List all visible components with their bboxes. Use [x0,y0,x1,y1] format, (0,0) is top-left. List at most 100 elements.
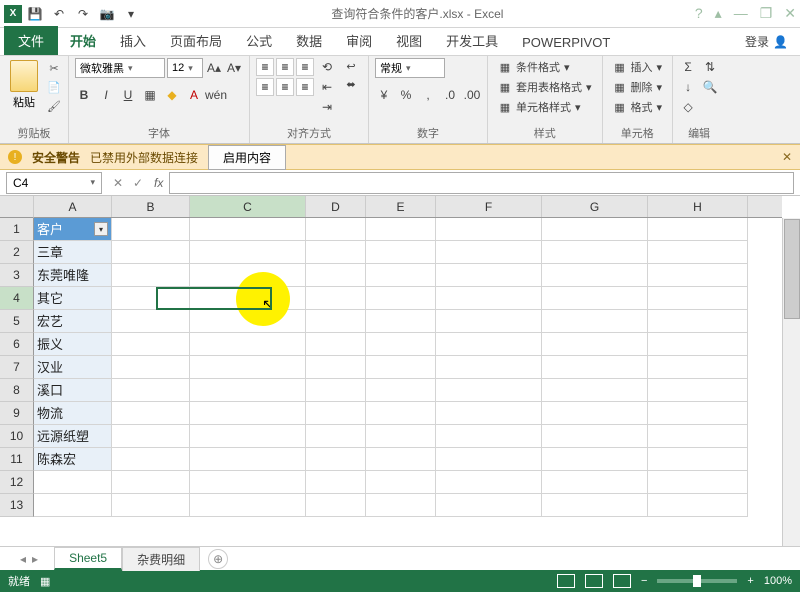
cell-B1[interactable] [112,218,190,241]
row-header-1[interactable]: 1 [0,218,34,241]
cell-E12[interactable] [366,471,436,494]
cell-E2[interactable] [366,241,436,264]
cell-B2[interactable] [112,241,190,264]
fill-color-icon[interactable]: ◆ [163,86,181,104]
cell-B9[interactable] [112,402,190,425]
paste-button[interactable]: 粘贴 [6,58,42,112]
cell-G12[interactable] [542,471,648,494]
cell-F4[interactable] [436,287,542,310]
cell-A5[interactable]: 宏艺 [34,310,112,333]
ribbon-collapse-icon[interactable]: ▴ [715,5,722,22]
cell-A9[interactable]: 物流 [34,402,112,425]
cell-C5[interactable] [190,310,306,333]
sort-filter-icon[interactable]: ⇅ [701,58,719,76]
cell-E13[interactable] [366,494,436,517]
insert-cells-button[interactable]: ▦插入▾ [609,58,667,76]
tab-insert[interactable]: 插入 [108,26,158,55]
decrease-decimal-icon[interactable]: .00 [463,86,481,104]
cell-F11[interactable] [436,448,542,471]
cell-H6[interactable] [648,333,748,356]
number-format-combo[interactable]: 常规▾ [375,58,445,78]
cell-D9[interactable] [306,402,366,425]
col-header-D[interactable]: D [306,196,366,217]
col-header-C[interactable]: C [190,196,306,217]
cell-A12[interactable] [34,471,112,494]
cell-D6[interactable] [306,333,366,356]
wrap-text-button[interactable]: ↩ [340,58,362,74]
name-box[interactable]: C4▾ [6,172,102,194]
cell-C9[interactable] [190,402,306,425]
cells-area[interactable]: 客户▾三章东莞唯隆其它宏艺振义汉业溪口物流远源纸塑陈森宏 [34,218,782,546]
align-top-icon[interactable]: ≡ [256,58,274,76]
column-headers[interactable]: ABCDEFGH [34,196,782,218]
normal-view-icon[interactable] [557,574,575,588]
cell-H9[interactable] [648,402,748,425]
cell-D7[interactable] [306,356,366,379]
cell-B8[interactable] [112,379,190,402]
cell-A2[interactable]: 三章 [34,241,112,264]
tab-powerpivot[interactable]: POWERPIVOT [510,30,622,55]
cell-A4[interactable]: 其它 [34,287,112,310]
merge-center-button[interactable]: ⬌ [340,76,362,92]
cell-F10[interactable] [436,425,542,448]
align-right-icon[interactable]: ≡ [296,78,314,96]
customize-qat-icon[interactable]: ▾ [122,5,140,23]
zoom-level[interactable]: 100% [764,575,792,587]
cell-E11[interactable] [366,448,436,471]
cell-F7[interactable] [436,356,542,379]
vertical-scrollbar[interactable] [782,218,800,546]
page-break-view-icon[interactable] [613,574,631,588]
tab-layout[interactable]: 页面布局 [158,26,234,55]
cell-H5[interactable] [648,310,748,333]
cell-G11[interactable] [542,448,648,471]
row-header-10[interactable]: 10 [0,425,34,448]
decrease-indent-icon[interactable]: ⇤ [318,78,336,96]
tab-file[interactable]: 文件 [4,26,58,55]
cell-B4[interactable] [112,287,190,310]
cell-H2[interactable] [648,241,748,264]
phonetic-icon[interactable]: wén [207,86,225,104]
cell-D10[interactable] [306,425,366,448]
zoom-slider[interactable] [657,579,737,583]
cell-E9[interactable] [366,402,436,425]
cell-B7[interactable] [112,356,190,379]
login-button[interactable]: 登录👤 [733,28,800,55]
cell-E1[interactable] [366,218,436,241]
col-header-E[interactable]: E [366,196,436,217]
cell-B3[interactable] [112,264,190,287]
cell-D2[interactable] [306,241,366,264]
italic-button[interactable]: I [97,86,115,104]
conditional-format-button[interactable]: ▦条件格式▾ [494,58,596,76]
cell-E10[interactable] [366,425,436,448]
row-header-4[interactable]: 4 [0,287,34,310]
col-header-G[interactable]: G [542,196,648,217]
tab-review[interactable]: 审阅 [334,26,384,55]
cell-A6[interactable]: 振义 [34,333,112,356]
cell-H11[interactable] [648,448,748,471]
cell-C13[interactable] [190,494,306,517]
cell-B10[interactable] [112,425,190,448]
row-header-6[interactable]: 6 [0,333,34,356]
close-warning-icon[interactable]: ✕ [782,150,792,164]
autosum-icon[interactable]: Σ [679,58,697,76]
undo-icon[interactable]: ↶ [50,5,68,23]
cell-D3[interactable] [306,264,366,287]
enter-icon[interactable]: ✓ [128,173,148,193]
filter-button[interactable]: ▾ [94,222,108,236]
cell-H3[interactable] [648,264,748,287]
cell-D5[interactable] [306,310,366,333]
format-painter-icon[interactable]: 🖌 [46,98,62,114]
cell-H4[interactable] [648,287,748,310]
cell-B6[interactable] [112,333,190,356]
sheet-tab-sheet5[interactable]: Sheet5 [54,547,122,570]
cell-A10[interactable]: 远源纸塑 [34,425,112,448]
font-size-combo[interactable]: 12▾ [167,58,203,78]
font-color-icon[interactable]: A [185,86,203,104]
minimize-icon[interactable]: — [734,5,748,22]
sheet-next-icon[interactable]: ▸ [32,552,38,566]
zoom-out-icon[interactable]: − [641,575,647,587]
cell-H12[interactable] [648,471,748,494]
delete-cells-button[interactable]: ▦删除▾ [609,78,667,96]
bold-button[interactable]: B [75,86,93,104]
cell-F9[interactable] [436,402,542,425]
